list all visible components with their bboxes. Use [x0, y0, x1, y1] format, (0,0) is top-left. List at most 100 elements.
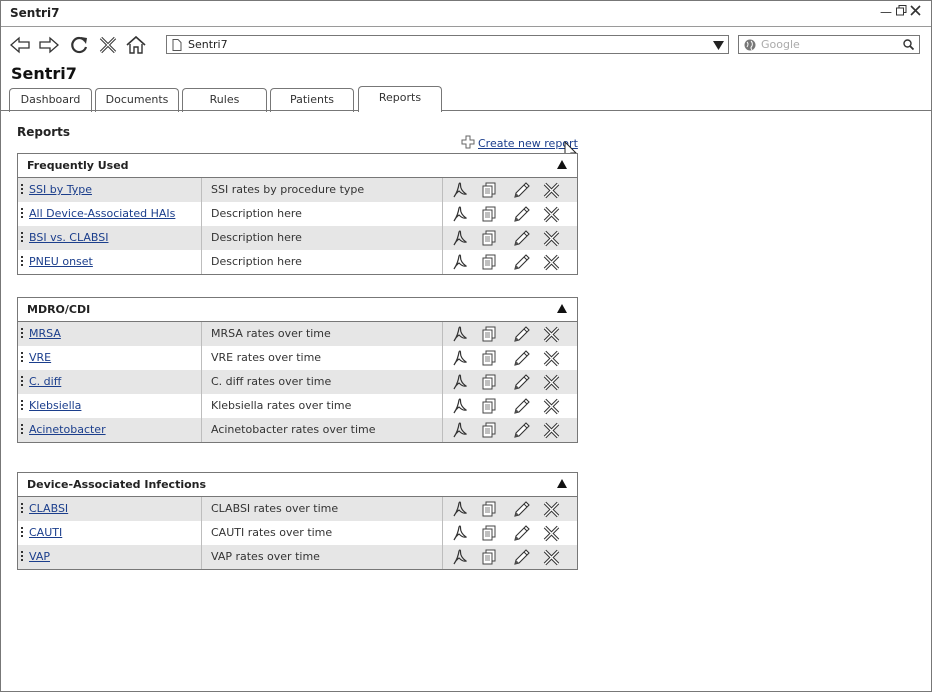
delete-icon[interactable] [542, 397, 560, 415]
delete-icon[interactable] [542, 181, 560, 199]
drag-handle-icon[interactable] [21, 208, 24, 220]
drag-handle-icon[interactable] [21, 328, 24, 340]
drag-handle-icon[interactable] [21, 184, 24, 196]
report-name-link[interactable]: Acinetobacter [29, 423, 106, 436]
collapse-triangle-icon[interactable] [557, 304, 567, 316]
pencil-icon[interactable] [512, 397, 530, 415]
pencil-icon[interactable] [512, 181, 530, 199]
search-placeholder: Google [761, 38, 800, 51]
drag-handle-icon[interactable] [21, 424, 24, 436]
report-name-link[interactable]: SSI by Type [29, 183, 92, 196]
reload-icon[interactable] [67, 34, 91, 56]
tab-documents[interactable]: Documents [95, 88, 179, 112]
delete-icon[interactable] [542, 421, 560, 439]
report-name-link[interactable]: C. diff [29, 375, 61, 388]
pdf-icon[interactable] [450, 205, 468, 223]
pdf-icon[interactable] [450, 253, 468, 271]
drag-handle-icon[interactable] [21, 352, 24, 364]
pencil-icon[interactable] [512, 373, 530, 391]
tab-reports[interactable]: Reports [358, 86, 442, 112]
search-icon[interactable] [903, 39, 915, 53]
delete-icon[interactable] [542, 325, 560, 343]
back-arrow-icon[interactable] [8, 34, 32, 56]
drag-handle-icon[interactable] [21, 256, 24, 268]
report-name-link[interactable]: VRE [29, 351, 51, 364]
pdf-icon[interactable] [450, 524, 468, 542]
tab-rules[interactable]: Rules [182, 88, 267, 112]
copy-icon[interactable] [480, 397, 498, 415]
copy-icon[interactable] [480, 349, 498, 367]
pencil-icon[interactable] [512, 325, 530, 343]
panel-header: Frequently Used [18, 154, 577, 178]
copy-icon[interactable] [480, 181, 498, 199]
pdf-icon[interactable] [450, 325, 468, 343]
column-divider [201, 418, 202, 442]
report-name-link[interactable]: All Device-Associated HAIs [29, 207, 175, 220]
pencil-icon[interactable] [512, 349, 530, 367]
pdf-icon[interactable] [450, 397, 468, 415]
drag-handle-icon[interactable] [21, 232, 24, 244]
copy-icon[interactable] [480, 373, 498, 391]
stop-icon[interactable] [96, 34, 120, 56]
pdf-icon[interactable] [450, 500, 468, 518]
collapse-triangle-icon[interactable] [557, 479, 567, 491]
delete-icon[interactable] [542, 524, 560, 542]
delete-icon[interactable] [542, 205, 560, 223]
pdf-icon[interactable] [450, 229, 468, 247]
delete-icon[interactable] [542, 500, 560, 518]
pencil-icon[interactable] [512, 524, 530, 542]
copy-icon[interactable] [480, 325, 498, 343]
drag-handle-icon[interactable] [21, 527, 24, 539]
home-icon[interactable] [124, 34, 148, 56]
report-name-link[interactable]: BSI vs. CLABSI [29, 231, 108, 244]
report-name-link[interactable]: CAUTI [29, 526, 62, 539]
delete-icon[interactable] [542, 253, 560, 271]
chevron-down-icon[interactable] [713, 40, 724, 53]
restore-icon[interactable] [894, 5, 908, 19]
drag-handle-icon[interactable] [21, 376, 24, 388]
copy-icon[interactable] [480, 205, 498, 223]
pencil-icon[interactable] [512, 205, 530, 223]
copy-icon[interactable] [480, 548, 498, 566]
pencil-icon[interactable] [512, 229, 530, 247]
close-window-icon[interactable] [908, 5, 922, 19]
pdf-icon[interactable] [450, 421, 468, 439]
report-row: VRE VRE rates over time [18, 346, 577, 370]
copy-icon[interactable] [480, 421, 498, 439]
report-name-link[interactable]: CLABSI [29, 502, 68, 515]
report-name-link[interactable]: MRSA [29, 327, 61, 340]
pdf-icon[interactable] [450, 181, 468, 199]
create-report-link[interactable]: Create new report [461, 135, 578, 152]
copy-icon[interactable] [480, 229, 498, 247]
pdf-icon[interactable] [450, 548, 468, 566]
delete-icon[interactable] [542, 349, 560, 367]
delete-icon[interactable] [542, 548, 560, 566]
copy-icon[interactable] [480, 524, 498, 542]
report-name-link[interactable]: VAP [29, 550, 50, 563]
minimize-icon[interactable]: — [879, 5, 893, 19]
report-name-link[interactable]: Klebsiella [29, 399, 81, 412]
pencil-icon[interactable] [512, 548, 530, 566]
pencil-icon[interactable] [512, 421, 530, 439]
address-bar[interactable]: Sentri7 [166, 35, 729, 54]
pencil-icon[interactable] [512, 253, 530, 271]
pdf-icon[interactable] [450, 373, 468, 391]
report-group-panel: Device-Associated Infections CLABSI CLABSI… [17, 472, 578, 570]
column-divider [201, 250, 202, 274]
delete-icon[interactable] [542, 229, 560, 247]
tab-patients[interactable]: Patients [270, 88, 354, 112]
column-divider [442, 497, 443, 521]
copy-icon[interactable] [480, 253, 498, 271]
pencil-icon[interactable] [512, 500, 530, 518]
forward-arrow-icon[interactable] [37, 34, 61, 56]
drag-handle-icon[interactable] [21, 503, 24, 515]
copy-icon[interactable] [480, 500, 498, 518]
tab-dashboard[interactable]: Dashboard [9, 88, 92, 112]
collapse-triangle-icon[interactable] [557, 160, 567, 172]
delete-icon[interactable] [542, 373, 560, 391]
report-name-link[interactable]: PNEU onset [29, 255, 93, 268]
pdf-icon[interactable] [450, 349, 468, 367]
drag-handle-icon[interactable] [21, 551, 24, 563]
drag-handle-icon[interactable] [21, 400, 24, 412]
search-input[interactable]: Google [738, 35, 920, 54]
